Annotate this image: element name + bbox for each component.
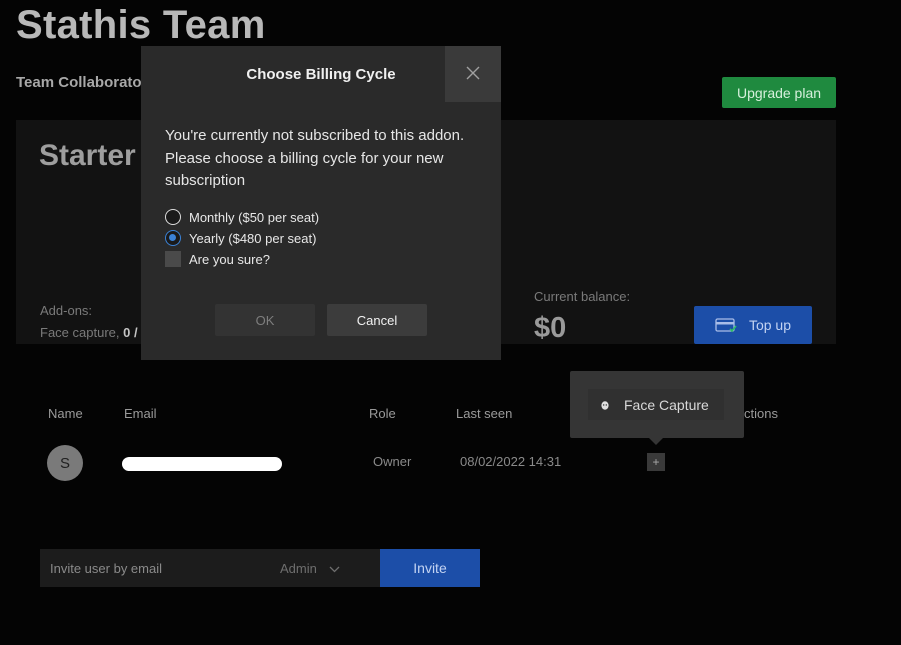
- role-cell: Owner: [373, 454, 412, 469]
- team-page: Stathis Team Team Collaborato Upgrade pl…: [0, 0, 901, 645]
- cancel-button[interactable]: Cancel: [327, 304, 427, 336]
- column-header-actions: ctions: [744, 406, 778, 421]
- radio-monthly[interactable]: [165, 209, 181, 225]
- invite-email-input[interactable]: [40, 549, 260, 587]
- ok-button[interactable]: OK: [215, 304, 315, 336]
- close-icon: [466, 66, 480, 83]
- column-header-email: Email: [124, 406, 157, 421]
- upgrade-plan-button[interactable]: Upgrade plan: [722, 77, 836, 108]
- billing-option-monthly-label: Monthly ($50 per seat): [189, 209, 320, 225]
- addons-name: Face capture,: [40, 325, 120, 340]
- confirm-checkbox[interactable]: [165, 251, 181, 267]
- avatar: S: [47, 445, 83, 481]
- column-header-name: Name: [48, 406, 83, 421]
- chevron-down-icon: [329, 561, 340, 576]
- addons-count: 0 /: [123, 325, 138, 340]
- modal-message: You're currently not subscribed to this …: [165, 127, 465, 189]
- addon-tooltip: Face Capture: [570, 371, 744, 438]
- add-addon-button[interactable]: +: [647, 453, 665, 471]
- tooltip-arrow: [649, 438, 663, 445]
- confirm-checkbox-row[interactable]: Are you sure?: [165, 251, 270, 267]
- last-seen-cell: 08/02/2022 14:31: [460, 454, 562, 469]
- column-header-last-seen: Last seen: [456, 406, 513, 421]
- billing-cycle-modal: Choose Billing Cycle You're currently no…: [141, 46, 501, 360]
- plan-name: Starter: [39, 139, 136, 172]
- credit-card-icon: [715, 317, 737, 333]
- radio-yearly[interactable]: [165, 230, 181, 246]
- balance-label: Current balance:: [534, 289, 631, 304]
- top-up-label: Top up: [748, 317, 792, 333]
- billing-option-yearly[interactable]: Yearly ($480 per seat): [165, 230, 316, 246]
- column-header-role: Role: [369, 406, 396, 421]
- modal-close-button[interactable]: [445, 46, 501, 102]
- role-select[interactable]: Admin: [260, 561, 340, 576]
- team-title: Stathis Team: [16, 3, 266, 47]
- face-icon: [600, 399, 610, 411]
- face-capture-menu-item[interactable]: Face Capture: [588, 389, 724, 420]
- confirm-checkbox-label: Are you sure?: [189, 251, 270, 267]
- role-select-value: Admin: [280, 560, 317, 576]
- email-cell-redacted: [122, 457, 282, 471]
- balance-value: $0: [534, 312, 567, 344]
- addons-label: Add-ons:: [40, 303, 93, 318]
- invite-button[interactable]: Invite: [380, 549, 480, 587]
- billing-option-monthly[interactable]: Monthly ($50 per seat): [165, 209, 319, 225]
- billing-option-yearly-label: Yearly ($480 per seat): [189, 230, 317, 246]
- addons-value: Face capture, 0 /: [40, 325, 138, 340]
- invite-bar: Admin: [40, 549, 380, 587]
- top-up-button[interactable]: Top up: [694, 306, 812, 344]
- face-capture-label: Face Capture: [624, 396, 709, 413]
- team-subtitle: Team Collaborato: [16, 74, 142, 91]
